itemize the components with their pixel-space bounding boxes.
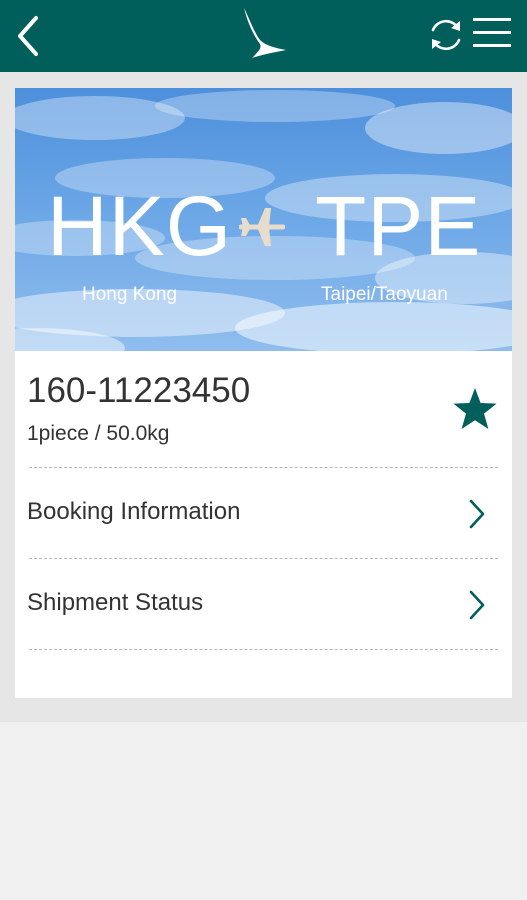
origin-city-name: Hong Kong — [82, 284, 178, 305]
shipment-card: HKG TPE Hong Kong Taipei/Taoyuan 160-112… — [15, 88, 512, 698]
shipment-status-row[interactable]: Shipment Status — [15, 559, 512, 649]
destination-city-name: Taipei/Taoyuan — [321, 284, 448, 305]
chevron-right-icon — [469, 499, 485, 529]
airplane-icon — [239, 208, 285, 246]
refresh-icon[interactable] — [427, 16, 465, 54]
destination-airport-code: TPE — [315, 179, 482, 273]
back-chevron-icon[interactable] — [10, 12, 50, 60]
origin-airport-code: HKG — [47, 179, 233, 273]
air-waybill-number: 160-11223450 — [27, 371, 251, 410]
shipment-status-label: Shipment Status — [27, 589, 204, 616]
booking-information-label: Booking Information — [27, 498, 241, 525]
brushwing-logo-icon — [244, 8, 286, 58]
booking-information-row[interactable]: Booking Information — [15, 468, 512, 558]
route-banner: HKG TPE Hong Kong Taipei/Taoyuan — [15, 88, 512, 351]
top-app-bar — [0, 0, 527, 72]
star-icon[interactable] — [452, 386, 498, 432]
pieces-weight-summary: 1piece / 50.0kg — [27, 422, 170, 445]
chevron-right-icon — [469, 590, 485, 620]
divider — [29, 649, 498, 650]
hamburger-menu-icon[interactable] — [472, 16, 512, 50]
